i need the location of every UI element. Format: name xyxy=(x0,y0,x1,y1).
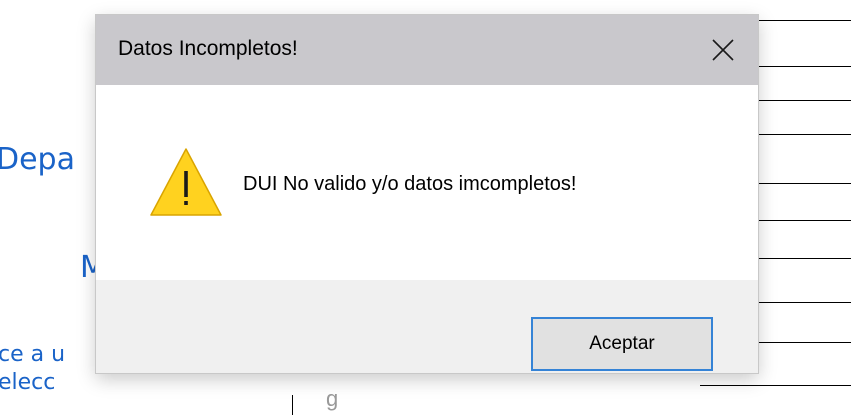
dialog-title: Datos Incompletos! xyxy=(118,37,298,60)
accept-button[interactable]: Aceptar xyxy=(531,317,713,371)
dialog-body: DUI No valido y/o datos imcompletos! xyxy=(96,85,758,280)
background-partial-text: g xyxy=(326,386,339,411)
background-row-line xyxy=(700,385,851,386)
dialog-titlebar[interactable]: Datos Incompletos! xyxy=(96,15,758,85)
close-button[interactable] xyxy=(688,15,758,85)
dialog-message: DUI No valido y/o datos imcompletos! xyxy=(243,173,577,195)
warning-icon xyxy=(150,148,222,216)
accept-button-label: Aceptar xyxy=(589,333,655,354)
background-label-line2: elecc xyxy=(0,370,56,395)
background-label-line1: ce a u xyxy=(0,342,66,367)
background-label-depa: Depa xyxy=(0,142,75,177)
dialog-footer: Aceptar xyxy=(96,280,758,373)
message-dialog: Datos Incompletos! DUI No valido y/o dat… xyxy=(96,15,758,373)
close-icon xyxy=(712,39,734,61)
background-divider xyxy=(292,395,293,415)
